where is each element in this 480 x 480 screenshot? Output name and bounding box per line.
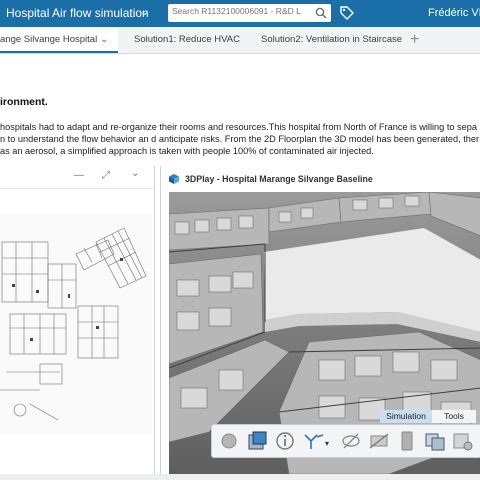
floorplan-panel: — ⤢ ⌄ (0, 166, 155, 480)
search-input[interactable] (172, 6, 302, 16)
3dplay-icon (169, 174, 179, 184)
description-line: hospitals had to adapt and re-organize t… (0, 122, 477, 132)
tag-icon[interactable] (339, 5, 355, 21)
axis-icon[interactable]: ▾ (301, 429, 331, 453)
viewer-title: 3DPlay - Hospital Marange Silvange Basel… (185, 174, 373, 184)
box-settings-icon[interactable] (451, 429, 475, 453)
tab-label: Solution2: Ventilation in Staircase (261, 34, 403, 45)
tab-simulation[interactable]: Simulation (380, 410, 432, 423)
user-name[interactable]: Frédéric VR (428, 7, 480, 19)
expand-icon[interactable]: ⤢ (102, 170, 110, 181)
add-tab-icon[interactable]: + (410, 27, 419, 52)
tab-solution1[interactable]: Solution1: Reduce HVAC (134, 27, 240, 53)
description-line: as an aerosol, a simplified approach is … (0, 146, 374, 156)
top-bar: Hospital Air flow simulation ⌄ Frédéric … (0, 0, 480, 27)
bottom-strip (0, 474, 480, 480)
tab-label: Solution1: Reduce HVAC (134, 34, 240, 45)
hide-icon[interactable] (339, 429, 363, 453)
viewer-toolbar: ▾ (211, 424, 480, 458)
chevron-down-icon[interactable]: ⌄ (131, 168, 139, 179)
boxes-icon[interactable] (423, 429, 447, 453)
info-icon[interactable] (273, 429, 297, 453)
tab-bar: ange Silvange Hospital ⌄ Solution1: Redu… (0, 27, 480, 54)
panel-toolbar: — ⤢ ⌄ (0, 166, 154, 189)
tab-tools[interactable]: Tools (432, 410, 476, 423)
section-icon[interactable] (367, 429, 391, 453)
description-line: n to understand the flow behavior an d a… (0, 134, 480, 144)
svg-text:▾: ▾ (325, 439, 329, 448)
chevron-down-icon[interactable]: ⌄ (100, 27, 108, 53)
search-icon[interactable] (315, 7, 327, 19)
viewer-header: 3DPlay - Hospital Marange Silvange Basel… (161, 166, 480, 190)
floorplan-drawing[interactable] (0, 214, 152, 434)
cube-view-icon[interactable] (245, 429, 269, 453)
app-title[interactable]: Hospital Air flow simulation (6, 6, 149, 20)
minimize-icon[interactable]: — (74, 170, 84, 181)
tab-baseline[interactable]: ange Silvange Hospital ⌄ (0, 27, 118, 53)
search-box[interactable] (168, 4, 331, 22)
sphere-icon[interactable] (217, 429, 241, 453)
material-icon[interactable] (395, 429, 419, 453)
section-heading: ironment. (0, 96, 48, 108)
tab-solution2[interactable]: Solution2: Ventilation in Staircase (261, 27, 402, 53)
tab-label: ange Silvange Hospital (0, 34, 98, 45)
chevron-down-icon[interactable]: ⌄ (140, 5, 149, 18)
